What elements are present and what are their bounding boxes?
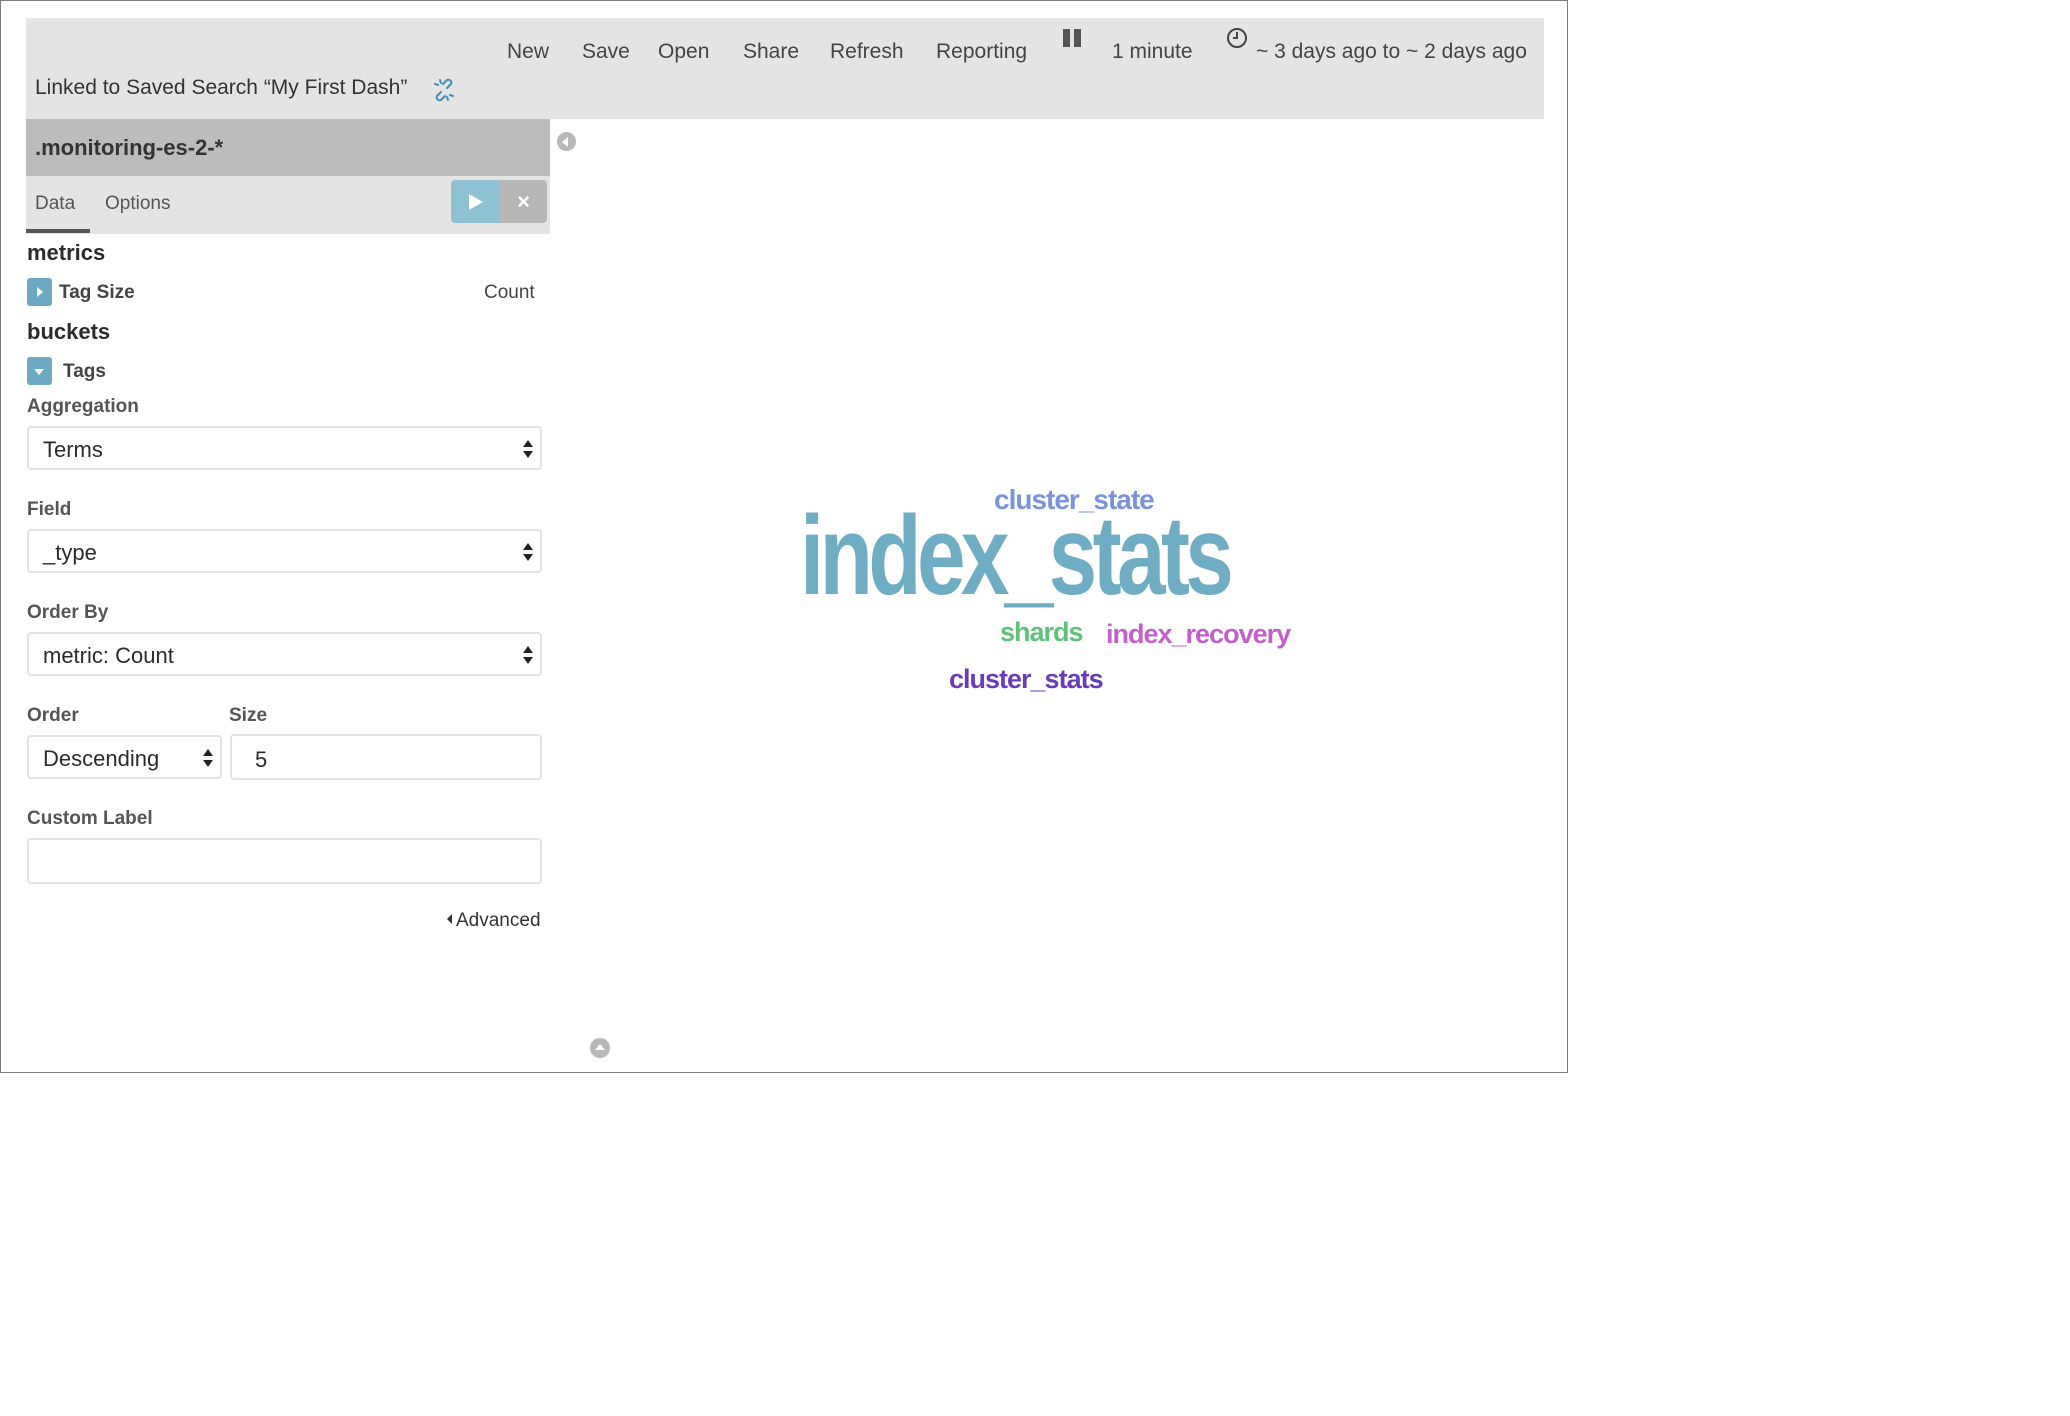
tab-options[interactable]: Options	[105, 193, 170, 215]
field-value: _type	[43, 540, 97, 565]
metrics-section-title: metrics	[27, 240, 106, 265]
tag-cloud-word[interactable]: cluster_stats	[949, 666, 1104, 693]
active-tab-indicator	[26, 229, 90, 233]
order-value: Descending	[43, 746, 160, 771]
pause-icon[interactable]	[1063, 29, 1083, 47]
tab-data[interactable]: Data	[35, 193, 75, 215]
select-arrows-icon	[523, 440, 533, 460]
index-pattern-title: .monitoring-es-2-*	[35, 135, 224, 160]
collapse-tags-icon[interactable]	[27, 357, 52, 385]
clock-icon	[1227, 28, 1247, 48]
discard-changes-button[interactable]: ×	[500, 180, 547, 223]
top-navbar: New Save Open Share Refresh Reporting 1 …	[26, 18, 1544, 119]
tag-cloud-word[interactable]: index_stats	[800, 500, 1234, 612]
advanced-toggle-link[interactable]: Advanced	[447, 910, 541, 932]
reporting-button[interactable]: Reporting	[936, 40, 1027, 64]
tag-size-value: Count	[484, 282, 535, 303]
custom-label-label: Custom Label	[27, 808, 153, 829]
order-label: Order	[27, 705, 79, 726]
tag-cloud-visualization: cluster_state index_stats shards index_r…	[600, 460, 1540, 720]
custom-label-input[interactable]	[27, 838, 542, 884]
tags-label[interactable]: Tags	[63, 361, 106, 383]
aggregation-label: Aggregation	[27, 396, 139, 417]
save-button[interactable]: Save	[582, 40, 630, 64]
select-arrows-icon	[203, 749, 213, 769]
unlink-icon[interactable]	[432, 78, 456, 102]
aggregation-select[interactable]: Terms	[27, 426, 542, 470]
field-select[interactable]: _type	[27, 529, 542, 573]
tag-cloud-word[interactable]: shards	[1000, 619, 1084, 646]
buckets-section-title: buckets	[27, 319, 111, 344]
order-by-label: Order By	[27, 602, 109, 623]
size-input[interactable]: 5	[230, 734, 542, 780]
sidebar-tabs: Data Options ×	[26, 176, 550, 234]
order-by-select[interactable]: metric: Count	[27, 632, 542, 676]
select-arrows-icon	[523, 543, 533, 563]
collapse-sidebar-icon[interactable]	[557, 132, 576, 151]
size-label: Size	[229, 705, 268, 726]
tag-size-label[interactable]: Tag Size	[59, 282, 135, 304]
new-button[interactable]: New	[507, 40, 549, 64]
order-by-value: metric: Count	[43, 643, 174, 668]
refresh-interval-button[interactable]: 1 minute	[1112, 40, 1193, 64]
time-range-picker[interactable]: ~ 3 days ago to ~ 2 days ago	[1256, 40, 1527, 64]
linked-saved-search-label: Linked to Saved Search “My First Dash”	[35, 76, 408, 99]
refresh-button[interactable]: Refresh	[830, 40, 904, 64]
tag-cloud-word[interactable]: index_recovery	[1106, 621, 1291, 648]
size-value: 5	[255, 747, 268, 772]
index-pattern-header: .monitoring-es-2-*	[26, 119, 550, 176]
order-select[interactable]: Descending	[27, 735, 222, 779]
expand-tag-size-icon[interactable]	[27, 278, 52, 306]
share-button[interactable]: Share	[743, 40, 799, 64]
aggregation-value: Terms	[43, 437, 103, 462]
field-label: Field	[27, 499, 72, 520]
select-arrows-icon	[523, 646, 533, 666]
collapse-spy-panel-icon[interactable]	[590, 1038, 610, 1058]
apply-changes-button[interactable]	[451, 180, 500, 223]
open-button[interactable]: Open	[658, 40, 709, 64]
